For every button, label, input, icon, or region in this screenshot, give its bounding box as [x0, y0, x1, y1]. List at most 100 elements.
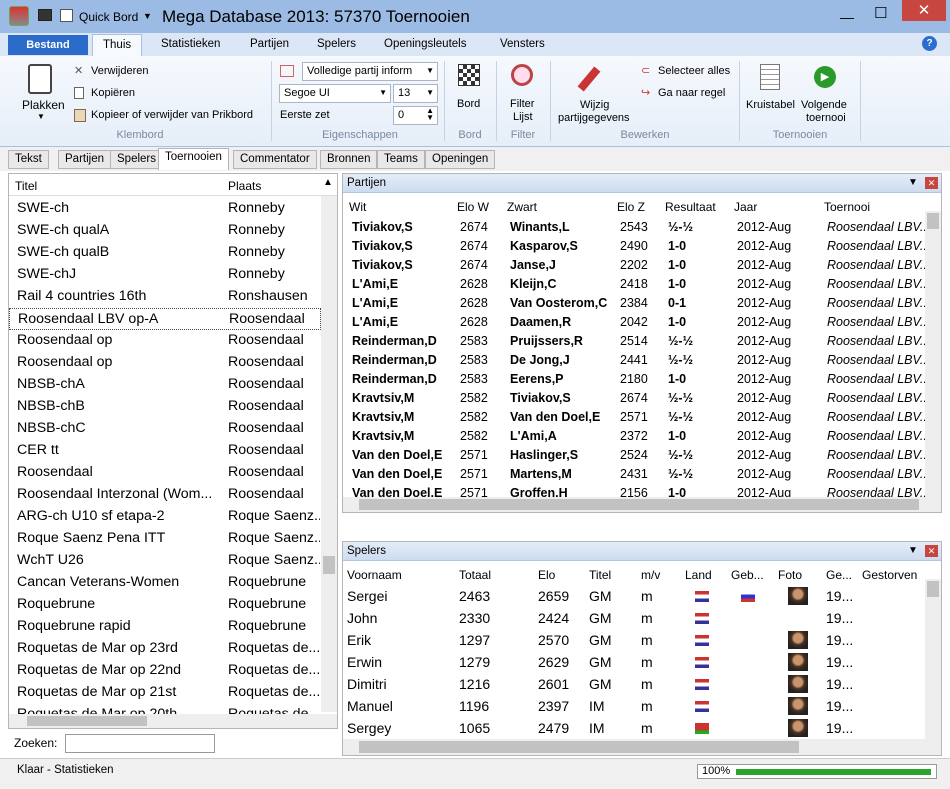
player-row[interactable]: Sergei 2463 2659 GM m 19...: [343, 586, 923, 608]
column-header-plaats[interactable]: Plaats: [228, 179, 261, 193]
tab-thuis[interactable]: Thuis: [92, 34, 143, 57]
players-column-header[interactable]: Gestorven: [862, 568, 917, 582]
panel-close-icon[interactable]: ✕: [925, 177, 938, 189]
tournament-row[interactable]: NBSB-chC Roosendaal: [9, 418, 321, 440]
crosstable-icon[interactable]: [760, 64, 780, 90]
game-row[interactable]: Reinderman,D 2583 De Jong,J 2441 ½-½ 2012-Aug…: [343, 351, 927, 370]
scroll-thumb[interactable]: [27, 716, 147, 726]
print-icon[interactable]: [38, 9, 52, 21]
font-select[interactable]: Segoe UI ▼: [279, 84, 391, 103]
player-row[interactable]: John 2330 2424 GM m 19...: [343, 608, 923, 630]
games-column-header[interactable]: Jaar: [734, 200, 757, 214]
edit-game-data-button-line2[interactable]: partijgegevens: [558, 112, 630, 124]
scroll-thumb[interactable]: [927, 213, 939, 229]
game-row[interactable]: Kravtsiv,M 2582 L'Ami,A 2372 1-0 2012-Aug Roos…: [343, 427, 927, 446]
tab-bronnen[interactable]: Bronnen: [320, 150, 378, 169]
tab-spelers[interactable]: Spelers: [317, 38, 356, 50]
copy-button[interactable]: Kopiëren: [91, 87, 135, 99]
game-row[interactable]: Kravtsiv,M 2582 Tiviakov,S 2674 ½-½ 2012-Aug R…: [343, 389, 927, 408]
scroll-thumb[interactable]: [359, 499, 919, 510]
tournament-row[interactable]: Roosendaal Interzonal (Wom... Roosendaal: [9, 484, 321, 506]
game-row[interactable]: Reinderman,D 2583 Eerens,P 2180 1-0 2012-Aug R…: [343, 370, 927, 389]
chessboard-icon[interactable]: [458, 64, 480, 86]
paste-button[interactable]: Plakken: [22, 98, 65, 112]
scroll-up-icon[interactable]: ▲: [323, 177, 333, 188]
players-column-header[interactable]: Geb...: [731, 568, 764, 582]
tournament-row[interactable]: Roosendaal LBV op-A Roosendaal: [9, 308, 321, 330]
filter-button-line2[interactable]: Lijst: [513, 111, 533, 123]
players-column-header[interactable]: Voornaam: [347, 568, 402, 582]
players-column-header[interactable]: Foto: [778, 568, 802, 582]
scroll-thumb[interactable]: [323, 556, 335, 574]
players-column-header[interactable]: Land: [685, 568, 712, 582]
game-row[interactable]: Kravtsiv,M 2582 Van den Doel,E 2571 ½-½ 2012-…: [343, 408, 927, 427]
tournament-hscrollbar[interactable]: [9, 714, 337, 728]
player-row[interactable]: Erwin 1279 2629 GM m 19...: [343, 652, 923, 674]
game-row[interactable]: Tiviakov,S 2674 Janse,J 2202 1-0 2012-Aug Roos…: [343, 256, 927, 275]
tournament-row[interactable]: Cancan Veterans-Women Roquebrune: [9, 572, 321, 594]
panel-menu-icon[interactable]: ▼: [908, 545, 918, 556]
panel-close-icon[interactable]: ✕: [925, 545, 938, 557]
game-row[interactable]: Van den Doel,E 2571 Martens,M 2431 ½-½ 2012-A…: [343, 465, 927, 484]
tab-partijen-view[interactable]: Partijen: [58, 150, 111, 169]
player-row[interactable]: Erik 1297 2570 GM m 19...: [343, 630, 923, 652]
tournament-row[interactable]: Rail 4 countries 16th Ronshausen: [9, 286, 321, 308]
tab-spelers-view[interactable]: Spelers: [110, 150, 163, 169]
tournament-row[interactable]: SWE-chJ Ronneby: [9, 264, 321, 286]
minimize-icon[interactable]: —: [840, 9, 854, 25]
tournament-row[interactable]: Roosendaal op Roosendaal: [9, 330, 321, 352]
tab-openingsleutels[interactable]: Openingsleutels: [384, 38, 466, 50]
tournament-row[interactable]: Roosendaal op Roosendaal: [9, 352, 321, 374]
next-tournament-button-line1[interactable]: Volgende: [801, 99, 847, 111]
quick-bord-checkbox[interactable]: [60, 9, 73, 22]
tab-statistieken[interactable]: Statistieken: [161, 38, 220, 50]
database-app-icon[interactable]: [9, 6, 29, 26]
tab-openingen[interactable]: Openingen: [425, 150, 496, 169]
notation-select[interactable]: Volledige partij inform ▼: [302, 62, 438, 81]
players-column-header[interactable]: Ge...: [826, 568, 852, 582]
tournament-row[interactable]: SWE-ch Ronneby: [9, 198, 321, 220]
quick-bord-label[interactable]: Quick Bord: [79, 10, 138, 24]
tournament-row[interactable]: Roosendaal Roosendaal: [9, 462, 321, 484]
games-column-header[interactable]: Toernooi: [824, 200, 870, 214]
games-column-header[interactable]: Wit: [349, 200, 366, 214]
help-icon[interactable]: ?: [922, 36, 937, 51]
tournament-row[interactable]: NBSB-chA Roosendaal: [9, 374, 321, 396]
games-column-header[interactable]: Resultaat: [665, 200, 716, 214]
tab-teams[interactable]: Teams: [377, 150, 425, 169]
tournament-row[interactable]: WchT U26 Roque Saenz...: [9, 550, 321, 572]
search-input[interactable]: [65, 734, 215, 753]
player-row[interactable]: Manuel 1196 2397 IM m 19...: [343, 696, 923, 718]
tournament-row[interactable]: Roquebrune Roquebrune: [9, 594, 321, 616]
tab-partijen[interactable]: Partijen: [250, 38, 289, 50]
crosstable-button[interactable]: Kruistabel: [746, 99, 795, 111]
player-row[interactable]: Dimitri 1216 2601 GM m 19...: [343, 674, 923, 696]
tournament-vscrollbar[interactable]: [321, 196, 337, 712]
game-row[interactable]: Reinderman,D 2583 Pruijssers,R 2514 ½-½ 2012-…: [343, 332, 927, 351]
next-tournament-button-line2[interactable]: toernooi: [806, 112, 846, 124]
tournament-row[interactable]: Roque Saenz Pena ITT Roque Saenz...: [9, 528, 321, 550]
tournament-row[interactable]: SWE-ch qualA Ronneby: [9, 220, 321, 242]
edit-game-data-button-line1[interactable]: Wijzig: [580, 99, 609, 111]
scroll-thumb[interactable]: [359, 741, 799, 753]
tab-vensters[interactable]: Vensters: [500, 38, 545, 50]
goto-line-button[interactable]: Ga naar regel: [658, 87, 725, 99]
tab-file[interactable]: Bestand: [8, 35, 88, 55]
copy-delete-clipboard-button[interactable]: Kopieer of verwijder van Prikbord: [91, 109, 253, 121]
players-column-header[interactable]: m/v: [641, 568, 660, 582]
game-row[interactable]: Van den Doel,E 2571 Haslinger,S 2524 ½-½ 2012…: [343, 446, 927, 465]
tournament-row[interactable]: CER tt Roosendaal: [9, 440, 321, 462]
tournament-row[interactable]: NBSB-chB Roosendaal: [9, 396, 321, 418]
font-size-select[interactable]: 13 ▼: [393, 84, 438, 103]
filter-button-line1[interactable]: Filter: [510, 98, 534, 110]
tournament-row[interactable]: Roquebrune rapid Roquebrune: [9, 616, 321, 638]
tab-commentator[interactable]: Commentator: [233, 150, 317, 169]
tournament-row[interactable]: ARG-ch U10 sf etapa-2 Roque Saenz...: [9, 506, 321, 528]
games-column-header[interactable]: Zwart: [507, 200, 537, 214]
pen-icon[interactable]: [577, 66, 601, 92]
tournament-row[interactable]: Roquetas de Mar op 22nd Roquetas de...: [9, 660, 321, 682]
first-move-stepper[interactable]: 0 ▲ ▼: [393, 106, 438, 125]
tournament-row[interactable]: Roquetas de Mar op 23rd Roquetas de...: [9, 638, 321, 660]
column-header-titel[interactable]: Titel: [15, 179, 37, 193]
player-row[interactable]: Sergey 1065 2479 IM m 19...: [343, 718, 923, 740]
